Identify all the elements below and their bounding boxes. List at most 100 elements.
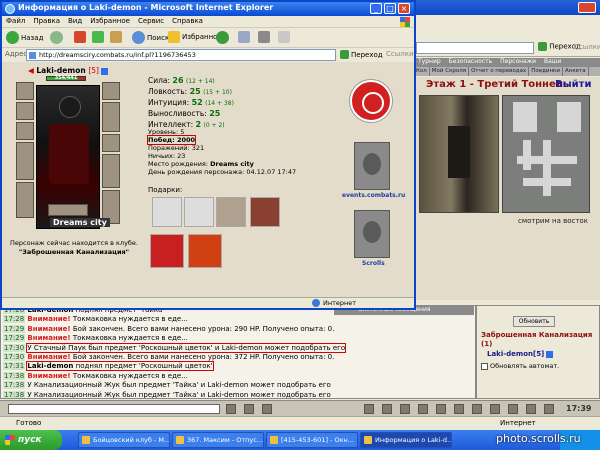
scrolls-link[interactable]: Scrolls (362, 260, 385, 267)
chat-time[interactable]: 17:28 (3, 315, 26, 324)
go-button[interactable]: Переход (340, 50, 383, 59)
history-button[interactable] (216, 31, 231, 44)
weapon-slot-icon[interactable] (16, 142, 34, 180)
shield-slot-icon[interactable] (102, 154, 120, 188)
chat-log[interactable]: 17:28 Laki-demon поднял предмет 'Тайка' 1… (0, 305, 476, 399)
gift-card-icon[interactable] (188, 234, 222, 268)
edit-button[interactable] (278, 31, 292, 43)
pants-slot-icon[interactable] (48, 204, 88, 216)
tool-icon[interactable] (526, 404, 536, 414)
chat-time[interactable]: 17:38 (3, 390, 26, 398)
chat-nick[interactable]: Laki-demon (27, 362, 73, 370)
tool-icon[interactable] (454, 404, 464, 414)
ring-slot-icon[interactable] (102, 134, 120, 152)
events-link[interactable]: events.combats.ru (342, 192, 405, 199)
address-input[interactable]: http://dreamsciry.combats.ru/inf.pl?1196… (26, 49, 336, 61)
auto-refresh-checkbox[interactable]: Обновлять автомат. (481, 362, 559, 370)
game-address-input[interactable] (416, 42, 534, 54)
forward-button[interactable] (50, 31, 65, 44)
nav-item-security[interactable]: Безопасность (445, 58, 497, 66)
refresh-button[interactable]: Обновить (513, 316, 555, 327)
checkbox-icon[interactable] (481, 362, 488, 370)
chat-time[interactable]: 17:29 (3, 334, 26, 343)
game-links-label[interactable]: Ссылки (574, 43, 600, 51)
scrolls-banner-icon[interactable] (354, 210, 390, 258)
search-button[interactable]: Поиск (132, 31, 169, 44)
map-turn-right-icon[interactable] (557, 102, 581, 132)
nav-item-my-scroll[interactable]: Мой Скроля (430, 67, 470, 76)
menu-view[interactable]: Вид (64, 16, 86, 27)
task-messenger[interactable]: 367. Максим - Отпус... (172, 432, 264, 448)
back-button[interactable]: Назад (6, 31, 43, 44)
chat-time[interactable]: 17:30 (3, 343, 26, 352)
task-fight-club[interactable]: Бойцовский клуб - M... (78, 432, 170, 448)
gift-box-icon[interactable] (150, 234, 184, 268)
amulet-slot-icon[interactable] (16, 122, 34, 140)
gift-horse-icon[interactable] (250, 197, 280, 227)
popup-titlebar[interactable]: Информация о Laki-demon - Microsoft Inte… (2, 2, 414, 16)
nav-item-kol[interactable]: Кол (414, 67, 430, 76)
stop-button[interactable] (74, 31, 88, 43)
tool-icon[interactable] (382, 404, 392, 414)
nav-item-tournament[interactable]: Турнир (414, 58, 445, 66)
chat-time[interactable]: 17:38 (3, 381, 26, 390)
nav-item-characters[interactable]: Персонажи (496, 58, 540, 66)
nav-item-yours[interactable]: Ваши (540, 58, 565, 66)
links-label[interactable]: Ссылки (386, 50, 414, 58)
smiley-icon[interactable] (244, 404, 254, 414)
task-window[interactable]: [415-453-601] - Окн... (266, 432, 358, 448)
task-info-popup[interactable]: Информация о Laki-d... (360, 432, 452, 448)
send-icon[interactable] (226, 404, 236, 414)
start-button[interactable]: пуск (0, 430, 62, 450)
chat-time[interactable]: 17:30 (3, 352, 26, 361)
tool-icon[interactable] (418, 404, 428, 414)
close-icon[interactable] (578, 2, 596, 13)
clear-icon[interactable] (262, 404, 272, 414)
tool-icon[interactable] (472, 404, 482, 414)
menu-tools[interactable]: Сервис (134, 16, 168, 27)
earrings-slot-icon[interactable] (16, 102, 34, 120)
close-icon[interactable]: × (398, 3, 410, 14)
helmet-slot-icon[interactable] (16, 82, 34, 100)
print-button[interactable] (258, 31, 272, 43)
nav-item-fights[interactable]: Поединки (529, 67, 563, 76)
home-button[interactable] (110, 31, 124, 43)
tool-icon[interactable] (544, 404, 554, 414)
minimize-icon[interactable]: _ (370, 3, 382, 14)
bracer-slot-icon[interactable] (102, 82, 120, 100)
chat-time[interactable]: 17:29 (3, 324, 26, 333)
dungeon-view[interactable] (419, 95, 499, 213)
map-turn-left-icon[interactable] (513, 102, 537, 132)
chat-input[interactable] (8, 404, 220, 414)
gift-helmet-icon[interactable] (216, 197, 246, 227)
nav-item-profile[interactable]: Анкета (563, 67, 589, 76)
chat-time[interactable]: 17:31 (3, 362, 26, 371)
info-icon[interactable] (100, 67, 108, 75)
chat-time[interactable]: 17:38 (3, 371, 26, 380)
lion-emblem-icon[interactable] (350, 80, 392, 122)
tool-icon[interactable] (400, 404, 410, 414)
room-user-name[interactable]: Laki-demon[5] (487, 350, 544, 358)
armor-slot-icon[interactable] (16, 182, 34, 218)
maximize-icon[interactable]: □ (384, 3, 396, 14)
gift-sphere-icon[interactable] (152, 197, 182, 227)
tool-icon[interactable] (436, 404, 446, 414)
dungeon-exit-link[interactable]: Выйти (555, 79, 591, 90)
menu-file[interactable]: Файл (2, 16, 29, 27)
favorites-button[interactable]: Избранное (168, 31, 222, 43)
tool-icon[interactable] (490, 404, 500, 414)
room-user[interactable]: Laki-demon[5] (487, 350, 554, 358)
dungeon-map[interactable] (502, 95, 590, 213)
menu-help[interactable]: Справка (168, 16, 207, 27)
info-icon[interactable] (546, 350, 554, 358)
mail-button[interactable] (238, 31, 252, 43)
menu-edit[interactable]: Правка (29, 16, 64, 27)
tool-icon[interactable] (364, 404, 374, 414)
menu-favorites[interactable]: Избранное (86, 16, 134, 27)
gloves-slot-icon[interactable] (102, 102, 120, 132)
character-name-text[interactable]: Laki-demon (36, 66, 85, 75)
gift-drink-icon[interactable] (184, 197, 214, 227)
tool-icon[interactable] (508, 404, 518, 414)
events-banner-icon[interactable] (354, 142, 390, 190)
refresh-page-button[interactable] (92, 31, 106, 43)
